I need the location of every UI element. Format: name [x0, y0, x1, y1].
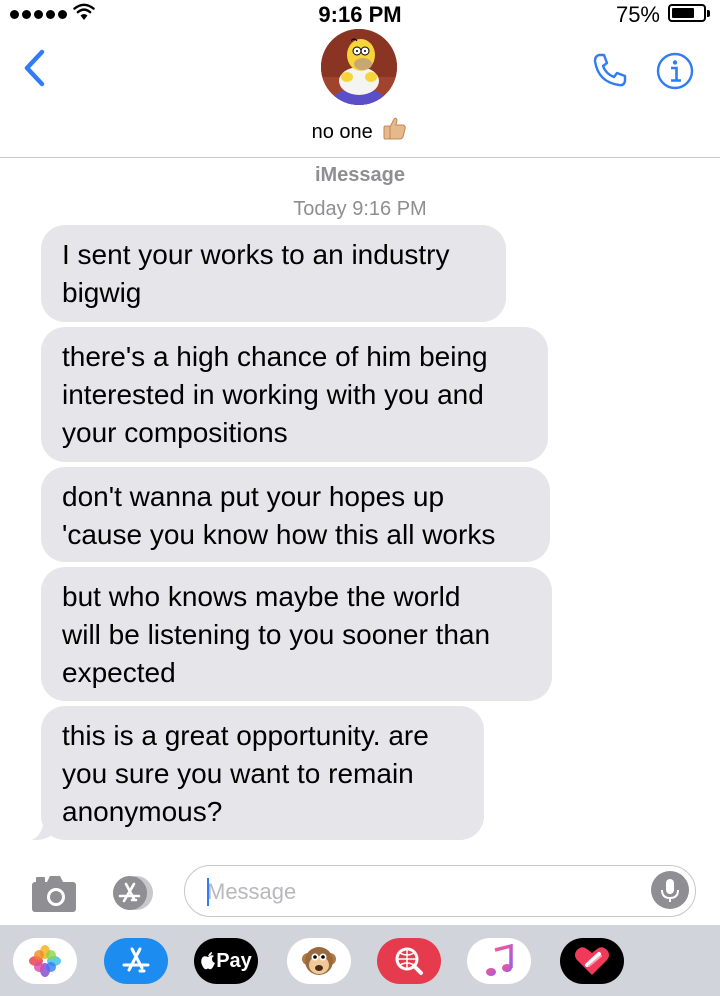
message-line: there's a high chance of him being — [62, 341, 488, 372]
music-app-button[interactable] — [467, 938, 531, 984]
contact-name-row[interactable]: no one — [0, 115, 720, 144]
homer-avatar-icon — [321, 29, 397, 105]
camera-button[interactable] — [30, 873, 78, 913]
incoming-message-bubble[interactable]: I sent your works to an industry bigwig — [41, 225, 506, 322]
text-cursor — [207, 878, 209, 906]
app-store-app-button[interactable] — [104, 938, 168, 984]
photos-app-button[interactable] — [13, 938, 77, 984]
message-line: bigwig — [62, 277, 142, 308]
message-line: don't wanna put your hopes up — [62, 481, 445, 512]
back-button[interactable] — [18, 46, 54, 90]
app-store-icon — [122, 947, 150, 973]
message-line: but who knows maybe the world — [62, 581, 461, 612]
message-line: interested in working with you and — [62, 379, 484, 410]
status-time: 9:16 PM — [318, 2, 402, 27]
phone-icon — [593, 53, 627, 87]
message-line: you sure you want to remain — [62, 758, 414, 789]
photos-icon — [29, 945, 61, 977]
chevron-left-icon — [24, 49, 45, 87]
message-line: will be listening to you sooner than — [62, 619, 491, 650]
digital-touch-app-button[interactable] — [560, 938, 624, 984]
info-button[interactable] — [656, 52, 694, 90]
apple-pay-app-button[interactable]: Pay — [194, 938, 258, 984]
battery-icon — [668, 4, 710, 22]
message-input[interactable] — [207, 876, 637, 908]
service-label: iMessage — [314, 164, 406, 186]
bubble-tail — [32, 816, 56, 841]
animoji-icon — [302, 947, 336, 975]
incoming-message-bubble[interactable]: there's a high chance of him being inter… — [41, 327, 548, 462]
music-icon — [486, 944, 513, 976]
battery-percentage: 75% — [615, 2, 660, 27]
status-bar: 9:16 PM 75% — [0, 0, 720, 30]
incoming-message-bubble[interactable]: don't wanna put your hopes up 'cause you… — [41, 467, 550, 562]
web-search-icon — [395, 947, 423, 975]
message-field[interactable] — [184, 865, 696, 917]
dictation-button[interactable] — [651, 871, 689, 909]
animoji-app-button[interactable] — [287, 938, 351, 984]
message-line: I sent your works to an industry — [62, 239, 450, 270]
incoming-message-bubble[interactable]: but who knows maybe the world will be li… — [41, 567, 552, 701]
thumbs-up-icon — [383, 117, 407, 140]
header-divider — [0, 157, 720, 158]
message-line: 'cause you know how this all works — [62, 519, 496, 550]
apps-button[interactable] — [106, 874, 160, 912]
contact-avatar[interactable] — [321, 29, 397, 105]
message-line: your compositions — [62, 417, 288, 448]
apple-pay-label: Pay — [216, 949, 252, 972]
message-line: expected — [62, 657, 176, 688]
microphone-icon — [661, 879, 679, 902]
apple-logo-icon — [201, 952, 216, 970]
web-search-app-button[interactable] — [377, 938, 441, 984]
digital-touch-icon — [575, 947, 609, 975]
camera-icon — [32, 876, 76, 912]
incoming-message-bubble[interactable]: this is a great opportunity. are you sur… — [41, 706, 484, 840]
message-line: anonymous? — [62, 796, 223, 827]
call-button[interactable] — [590, 50, 630, 90]
app-store-icon — [113, 876, 153, 910]
message-line: this is a great opportunity. are — [62, 720, 429, 751]
info-icon — [656, 52, 694, 90]
thread-timestamp: Today 9:16 PM — [293, 198, 427, 220]
contact-name: no one — [311, 121, 373, 143]
